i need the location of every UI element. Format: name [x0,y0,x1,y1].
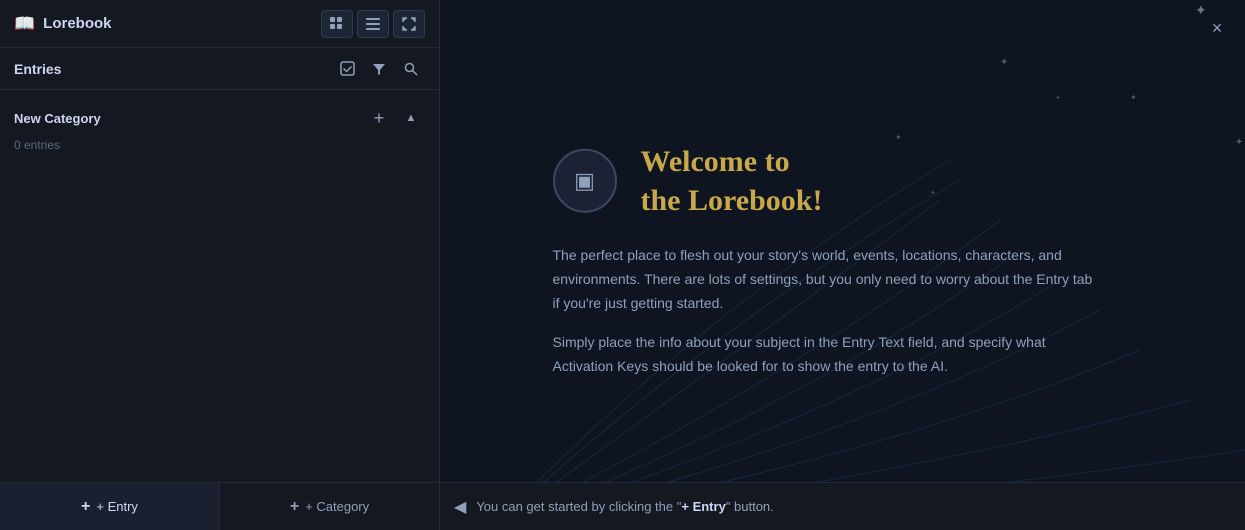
main-content: ✦ ✦ ✦ ✦ ✦ ✦ ✦ ✦ ✦ × ▣ Welcome to the Lor… [440,0,1245,530]
hint-button-name: + Entry [681,499,725,514]
svg-text:✦: ✦ [1055,94,1061,102]
check-entries-button[interactable] [333,56,361,82]
svg-text:✦: ✦ [1000,57,1008,68]
add-entry-button[interactable]: + + Entry [0,483,220,530]
hint-before: You can get started by clicking the " [476,499,681,514]
entries-count: 0 entries [0,138,439,152]
search-button[interactable] [397,56,425,82]
welcome-panel: ▣ Welcome to the Lorebook! The perfect p… [553,142,1133,379]
bottom-bar: + + Entry + + Category [0,482,439,530]
book-icon: 📖 [14,14,35,34]
entries-bar: Entries [0,48,439,90]
add-category-icon: + [290,498,299,516]
close-button[interactable]: × [1203,14,1231,42]
collapse-category-button[interactable]: ▲ [397,105,425,131]
list-view-button[interactable] [357,10,389,38]
svg-text:✦: ✦ [895,133,902,142]
entries-label: Entries [14,61,61,77]
expand-button[interactable] [393,10,425,38]
lorebook-label: Lorebook [43,15,111,32]
welcome-description2: Simply place the info about your subject… [553,331,1093,379]
lorebook-title: 📖 Lorebook [14,14,112,34]
lorebook-inner-icon: ▣ [574,168,595,194]
welcome-title-line1: Welcome to [641,142,823,181]
add-entry-icon: + [81,498,90,516]
welcome-description: The perfect place to flesh out your stor… [553,244,1093,315]
welcome-title-line2: the Lorebook! [641,181,823,220]
hint-text: You can get started by clicking the "+ E… [476,499,773,514]
category-section: New Category + ▲ 0 entries [0,90,439,296]
grid-view-button[interactable] [321,10,353,38]
filter-button[interactable] [365,56,393,82]
sidebar-header: 📖 Lorebook [0,0,439,48]
header-icons [321,10,425,38]
category-name: New Category [14,111,101,126]
welcome-header: ▣ Welcome to the Lorebook! [553,142,823,220]
welcome-title: Welcome to the Lorebook! [641,142,823,220]
add-entry-label: + Entry [96,499,138,514]
category-header: New Category + ▲ [0,100,439,136]
category-actions: + ▲ [365,105,425,131]
svg-text:✦: ✦ [1130,93,1137,102]
svg-text:✦: ✦ [1235,137,1243,148]
hint-bar: ◀ You can get started by clicking the "+… [440,482,1245,530]
hint-arrow-icon: ◀ [454,497,466,517]
add-category-button[interactable]: + + Category [220,483,439,530]
lorebook-icon-circle: ▣ [553,149,617,213]
close-icon: × [1212,18,1223,39]
add-to-category-button[interactable]: + [365,105,393,131]
entries-actions [333,56,425,82]
add-category-label: + Category [305,499,369,514]
hint-after: " button. [726,499,774,514]
sidebar: 📖 Lorebook [0,0,440,530]
